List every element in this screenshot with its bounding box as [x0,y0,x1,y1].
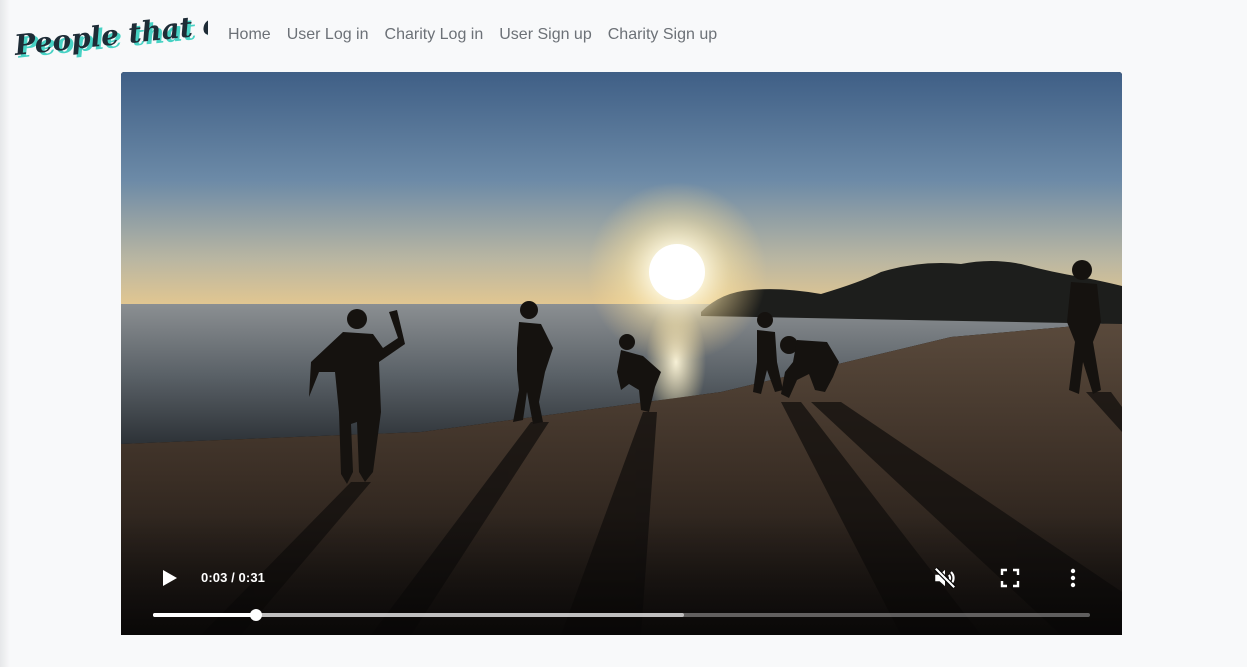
timeline-scrubber[interactable] [250,609,263,621]
play-button[interactable] [157,566,181,590]
time-display: 0:03 / 0:31 [201,570,265,585]
nav-home[interactable]: Home [220,24,279,46]
more-vertical-icon [1070,568,1076,588]
navbar: People that care People that care Home U… [0,0,1247,70]
nav-charity-signup[interactable]: Charity Sign up [600,24,725,46]
volume-muted-icon [934,567,956,589]
timeline-played [153,613,257,617]
fullscreen-button[interactable] [998,566,1022,590]
brand-logo[interactable]: People that care People that care [12,6,208,62]
nav-user-login[interactable]: User Log in [279,24,377,46]
edge-shadow [0,0,10,667]
nav-charity-login[interactable]: Charity Log in [377,24,492,46]
play-icon [163,570,177,586]
nav-links: Home User Log in Charity Log in User Sig… [220,24,725,46]
video-player[interactable]: 0:03 / 0:31 [121,72,1122,635]
page: People that care People that care Home U… [0,0,1247,667]
video-timeline[interactable] [153,608,1090,622]
mute-button[interactable] [932,565,958,591]
nav-user-signup[interactable]: User Sign up [491,24,600,46]
fullscreen-icon [1000,568,1020,588]
brand-logo-text: People that care People that care [12,6,208,62]
more-options-button[interactable] [1061,566,1085,590]
